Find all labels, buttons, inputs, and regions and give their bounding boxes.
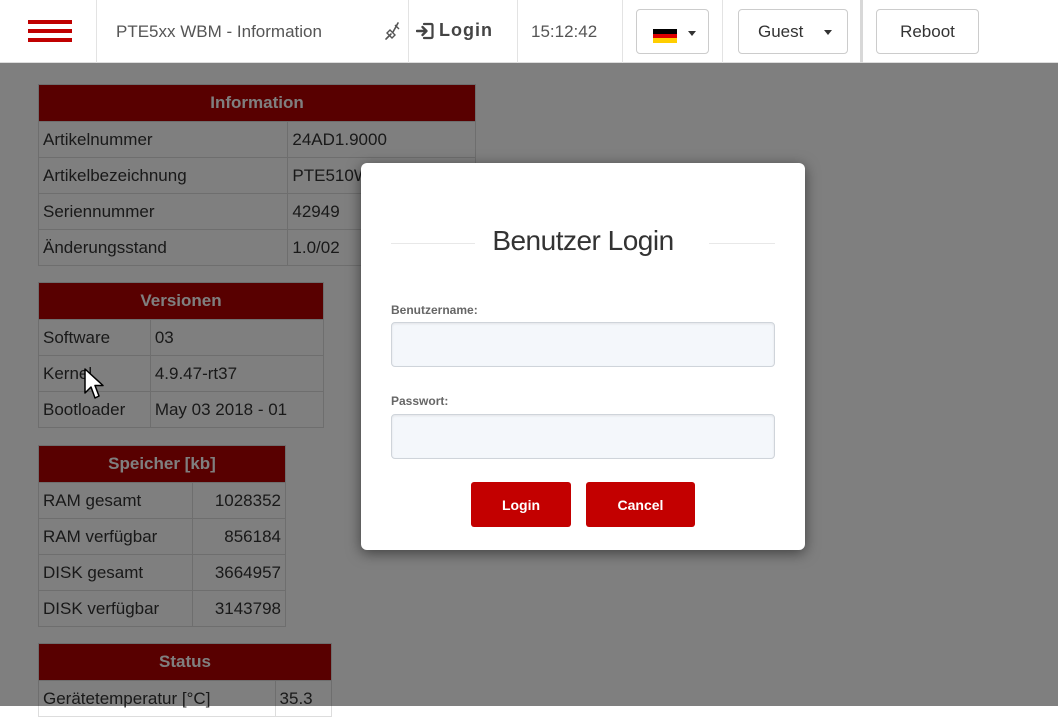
username-label: Benutzername:	[391, 303, 478, 317]
navbar-divider	[622, 0, 623, 63]
navbar-divider	[860, 0, 863, 63]
user-dropdown-button[interactable]: Guest	[738, 9, 848, 54]
navbar-divider	[722, 0, 723, 63]
german-flag-icon	[653, 29, 677, 43]
login-link[interactable]: Login	[416, 20, 493, 44]
hamburger-menu-icon[interactable]	[28, 20, 72, 42]
modal-header: Benutzer Login	[391, 225, 775, 261]
login-button[interactable]: Login	[471, 482, 571, 527]
password-label: Passwort:	[391, 394, 449, 408]
login-link-label: Login	[439, 20, 493, 40]
login-modal: Benutzer Login Benutzername: Passwort: L…	[361, 163, 805, 550]
reboot-button[interactable]: Reboot	[876, 9, 979, 54]
clock-display: 15:12:42	[531, 22, 598, 41]
caret-down-icon	[824, 30, 832, 35]
navbar-divider	[408, 0, 409, 63]
navbar-divider	[517, 0, 518, 63]
navbar-divider	[96, 0, 97, 63]
caret-down-icon	[688, 31, 696, 36]
username-input[interactable]	[391, 322, 775, 367]
password-input[interactable]	[391, 414, 775, 459]
top-navbar: PTE5xx WBM - Information Login 15:12:42 …	[0, 0, 1058, 63]
cancel-button[interactable]: Cancel	[586, 482, 695, 527]
language-dropdown-button[interactable]	[636, 9, 709, 54]
modal-title: Benutzer Login	[492, 225, 674, 256]
sign-in-icon	[416, 22, 434, 39]
disconnected-plug-icon	[385, 22, 400, 40]
page-title: PTE5xx WBM - Information	[116, 22, 322, 41]
user-dropdown-label: Guest	[758, 22, 804, 41]
mouse-pointer-icon	[84, 368, 104, 399]
